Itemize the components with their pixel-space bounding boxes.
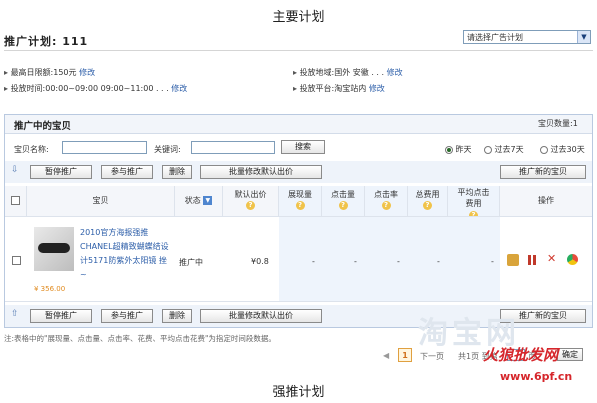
join-button[interactable]: 参与推广 <box>101 165 153 179</box>
platform-row: ▸ 投放平台:淘宝站内 修改 <box>293 83 385 94</box>
keyword-label: 关键词: <box>154 145 181 154</box>
bullet-icon: ▸ <box>4 84 9 93</box>
region-row: ▸ 投放地域:国外 安徽 . . . 修改 <box>293 67 403 78</box>
join-button-bottom[interactable]: 参与推广 <box>101 309 153 323</box>
range-7days-label: 过去7天 <box>494 145 524 154</box>
delete-icon[interactable]: ✕ <box>547 252 556 265</box>
select-all-checkbox[interactable] <box>11 196 20 205</box>
header-cost-label: 总费用 <box>415 190 440 199</box>
help-icon[interactable]: ? <box>423 201 432 210</box>
arrow-up-icon: ⇧ <box>11 309 19 319</box>
header-impressions: 展现量 ? <box>279 186 322 216</box>
chevron-down-icon[interactable]: ▼ <box>577 31 590 43</box>
delete-button-bottom[interactable]: 删除 <box>162 309 192 323</box>
bullet-icon: ▸ <box>4 68 9 77</box>
platform-edit-link[interactable]: 修改 <box>369 84 385 93</box>
ctr-value: - <box>397 257 400 266</box>
filter-icon[interactable]: ▼ <box>203 196 213 205</box>
clicks-value: - <box>354 257 357 266</box>
item-name-input[interactable] <box>62 141 147 154</box>
search-button[interactable]: 搜索 <box>281 140 325 154</box>
footnote: 注:表格中的"展现量、点击量、点击率、花费、平均点击花费"为指定时间段数据。 <box>4 334 276 343</box>
region-edit-link[interactable]: 修改 <box>387 68 403 77</box>
impressions-value: - <box>312 257 315 266</box>
range-7days[interactable]: 过去7天 <box>484 144 524 155</box>
current-page[interactable]: 1 <box>398 348 412 362</box>
bid-value: ¥0.8 <box>251 257 269 266</box>
radio-icon <box>484 145 492 154</box>
keyword-input[interactable] <box>191 141 275 154</box>
radio-icon <box>540 145 548 154</box>
edit-icon[interactable] <box>507 254 519 266</box>
caption-bottom: 强推计划 <box>272 385 325 400</box>
report-icon[interactable] <box>567 254 578 265</box>
caption-top: 主要计划 <box>272 10 325 25</box>
row-checkbox[interactable] <box>12 256 21 265</box>
header-bid: 默认出价 ? <box>223 186 279 216</box>
pause-icon[interactable] <box>528 255 537 265</box>
help-icon[interactable]: ? <box>295 201 305 210</box>
help-icon[interactable]: ? <box>381 201 391 210</box>
header-checkbox-cell <box>5 186 27 216</box>
header-ctr: 点击率 ? <box>365 186 408 216</box>
header-bid-label: 默认出价 <box>234 190 267 199</box>
sunglasses-image <box>38 243 70 253</box>
header-impressions-label: 展现量 <box>288 190 312 199</box>
budget-label: 最高日限额:150元 <box>10 68 77 77</box>
header-actions: 操作 <box>500 186 592 216</box>
budget-row: ▸ 最高日限额:150元 修改 <box>4 67 95 78</box>
divider <box>4 50 593 51</box>
range-yesterday-label: 昨天 <box>455 145 472 154</box>
item-count: 宝贝数量:1 <box>538 119 578 128</box>
platform-label: 投放平台:淘宝站内 <box>299 84 367 93</box>
bullet-icon: ▸ <box>293 84 298 93</box>
header-avg-cpc: 平均点击费用 ? <box>448 186 500 220</box>
batch-price-button[interactable]: 批量修改默认出价 <box>200 165 322 179</box>
item-price: ¥ 356.00 <box>34 285 66 293</box>
budget-edit-link[interactable]: 修改 <box>79 68 95 77</box>
header-clicks-label: 点击量 <box>331 190 355 199</box>
help-icon[interactable]: ? <box>338 201 348 210</box>
header-cost: 总费用 ? <box>408 186 448 216</box>
status-value: 推广中 <box>179 258 203 267</box>
batch-price-button-bottom[interactable]: 批量修改默认出价 <box>200 309 322 323</box>
time-row: ▸ 投放时间:00:00~09:00 09:00~11:00 . . . 修改 <box>4 83 187 94</box>
plan-select[interactable]: 请选择广告计划 ▼ <box>463 30 591 44</box>
bullet-icon: ▸ <box>293 68 298 77</box>
plan-select-value: 请选择广告计划 <box>467 33 523 42</box>
delete-button[interactable]: 删除 <box>162 165 192 179</box>
pause-button[interactable]: 暂停推广 <box>30 165 92 179</box>
go-button[interactable]: 确定 <box>557 348 583 361</box>
new-item-button[interactable]: 推广新的宝贝 <box>500 165 586 179</box>
avg-cpc-value: - <box>491 257 494 266</box>
header-avg-cpc-label: 平均点击费用 <box>457 188 490 208</box>
range-30days[interactable]: 过去30天 <box>540 144 585 155</box>
time-edit-link[interactable]: 修改 <box>171 84 187 93</box>
site-url-watermark: www.6pf.cn <box>500 370 573 383</box>
range-30days-label: 过去30天 <box>550 145 585 154</box>
plan-title: 推广计划: 111 <box>4 35 89 48</box>
radio-icon <box>445 145 453 154</box>
range-yesterday[interactable]: 昨天 <box>445 144 472 155</box>
arrow-down-icon: ⇩ <box>11 165 19 175</box>
region-label: 投放地域:国外 安徽 . . . <box>299 68 385 77</box>
panel-header <box>5 115 592 134</box>
item-title-link[interactable]: 2010官方海报强推 CHANEL超精致蝴蝶结设计5171防紫外太阳镜 挫~ <box>80 226 172 282</box>
next-page-link[interactable]: 下一页 <box>420 351 444 362</box>
header-clicks: 点击量 ? <box>322 186 365 216</box>
help-icon[interactable]: ? <box>246 201 255 210</box>
prev-page-icon[interactable]: ◀ <box>383 351 389 360</box>
item-thumbnail[interactable] <box>34 227 74 271</box>
header-item: 宝贝 <box>27 186 175 216</box>
header-status[interactable]: 状态 ▼ <box>175 186 223 216</box>
site-watermark: 火狼批发网 <box>483 346 559 364</box>
time-label: 投放时间:00:00~09:00 09:00~11:00 . . . <box>10 84 169 93</box>
item-name-label: 宝贝名称: <box>14 145 49 154</box>
cost-value: - <box>437 257 440 266</box>
header-status-label: 状态 <box>184 196 201 205</box>
pause-button-bottom[interactable]: 暂停推广 <box>30 309 92 323</box>
header-ctr-label: 点击率 <box>374 190 398 199</box>
panel-title: 推广中的宝贝 <box>14 121 72 132</box>
